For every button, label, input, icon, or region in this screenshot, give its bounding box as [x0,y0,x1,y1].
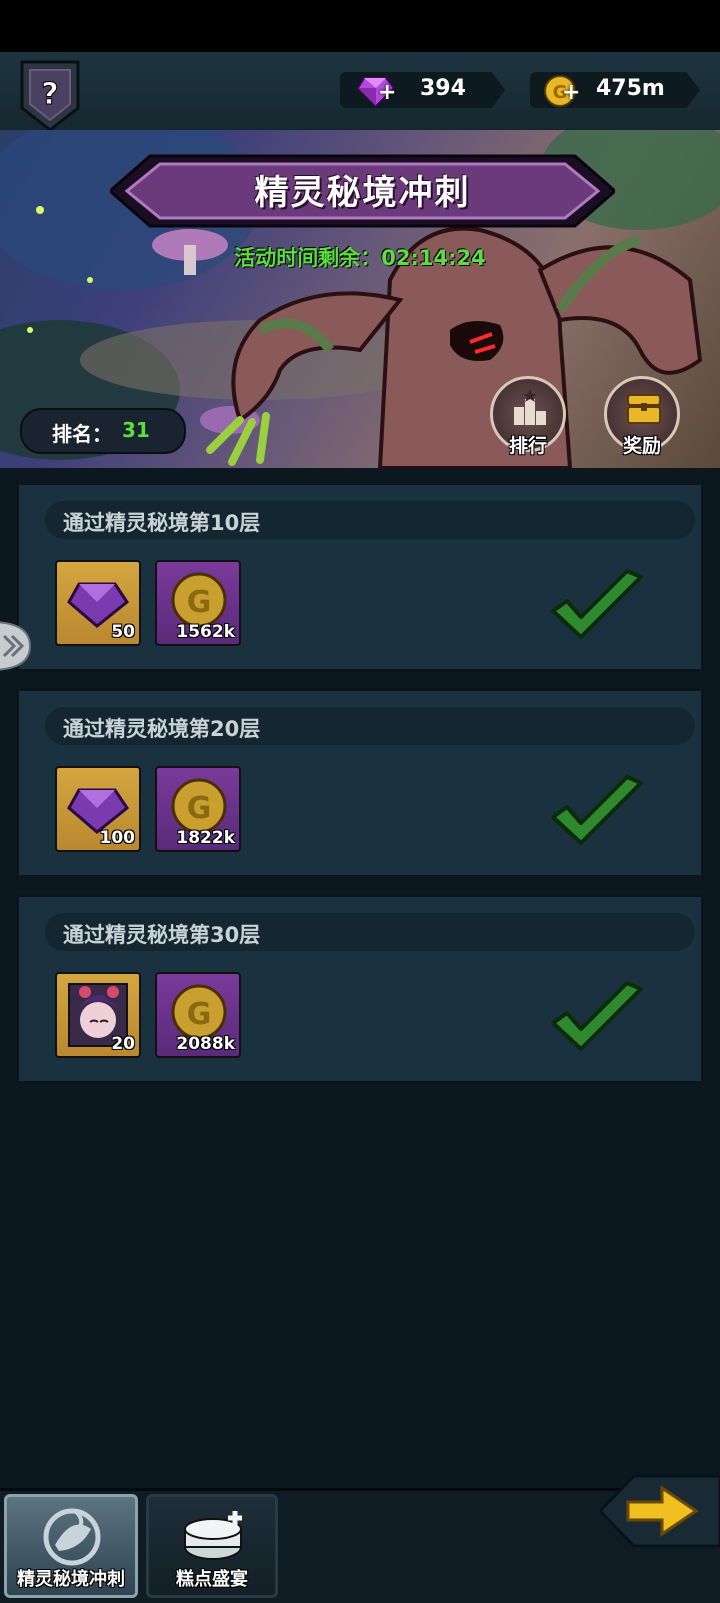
svg-text:G: G [187,791,212,826]
treasure-chest-icon [627,394,661,424]
side-expand-button[interactable] [0,618,34,674]
reward-item-gem[interactable]: 100 [55,766,141,852]
reward-quantity: 50 [111,622,135,642]
completed-check-icon [551,569,643,639]
reward-item-gem[interactable]: 50 [55,560,141,646]
reward-item-gold[interactable]: G 1562k [155,560,241,646]
reward-item-gold[interactable]: G 1822k [155,766,241,852]
task-card-3: 通过精灵秘境第30层 20 G 2088k [16,894,704,1084]
task-title: 通过精灵秘境第30层 [63,923,261,947]
ranking-button[interactable]: 排行 [490,376,566,457]
add-gem-icon[interactable]: + [378,80,396,105]
task-title: 通过精灵秘境第10层 [63,511,261,535]
cake-icon [184,1511,242,1560]
reward-quantity: 1562k [176,622,235,642]
reward-item-gold[interactable]: G 2088k [155,972,241,1058]
event-timer: 活动时间剩余：02:14:24 [0,242,720,272]
ranking-button-label: 排行 [508,435,547,457]
event-title: 精灵秘境冲刺 [254,173,471,213]
svg-text:G: G [187,585,212,620]
reward-quantity: 20 [111,1034,135,1054]
rewards-button[interactable]: 奖励 [604,376,680,457]
task-title: 通过精灵秘境第20层 [63,717,261,741]
tab-label: 精灵秘境冲刺 [17,1569,125,1590]
status-bar [0,0,720,52]
svg-text:G: G [187,997,212,1032]
add-gold-icon[interactable]: + [562,80,580,105]
tab-label: 糕点盛宴 [176,1569,248,1590]
next-arrow-button[interactable] [597,1466,720,1556]
tab-pastry-feast[interactable]: 糕点盛宴 [146,1494,278,1598]
reward-quantity: 2088k [176,1034,235,1054]
sprite-emblem-icon [43,1508,101,1566]
reward-quantity: 100 [99,828,136,848]
question-icon: ? [20,60,80,132]
gold-amount: 475m [596,76,665,101]
completed-check-icon [551,981,643,1051]
rank-label: 排名： [52,422,112,446]
completed-check-icon [551,775,643,845]
gem-currency[interactable]: + 394 [340,72,505,108]
arrow-right-icon [597,1474,720,1548]
rank-value: 31 [122,418,150,442]
svg-text:?: ? [41,77,58,112]
task-card-2: 通过精灵秘境第20层 100 G 1822k [16,688,704,878]
gold-currency[interactable]: G + 475m [530,72,700,108]
reward-quantity: 1822k [176,828,235,848]
task-card-1: 通过精灵秘境第10层 50 G 1562k [16,482,704,672]
timer-label: 活动时间剩余： [234,246,382,270]
podium-icon [514,389,546,425]
help-button[interactable]: ? [18,58,82,132]
rewards-button-label: 奖励 [622,435,661,457]
reward-item-hero-shard[interactable]: 20 [55,972,141,1058]
timer-value: 02:14:24 [381,246,486,270]
rank-display: 排名： 31 [20,408,186,454]
gem-amount: 394 [420,76,466,101]
tab-sprite-realm-rush[interactable]: 精灵秘境冲刺 [4,1494,138,1598]
chevron-right-icon [0,621,32,671]
